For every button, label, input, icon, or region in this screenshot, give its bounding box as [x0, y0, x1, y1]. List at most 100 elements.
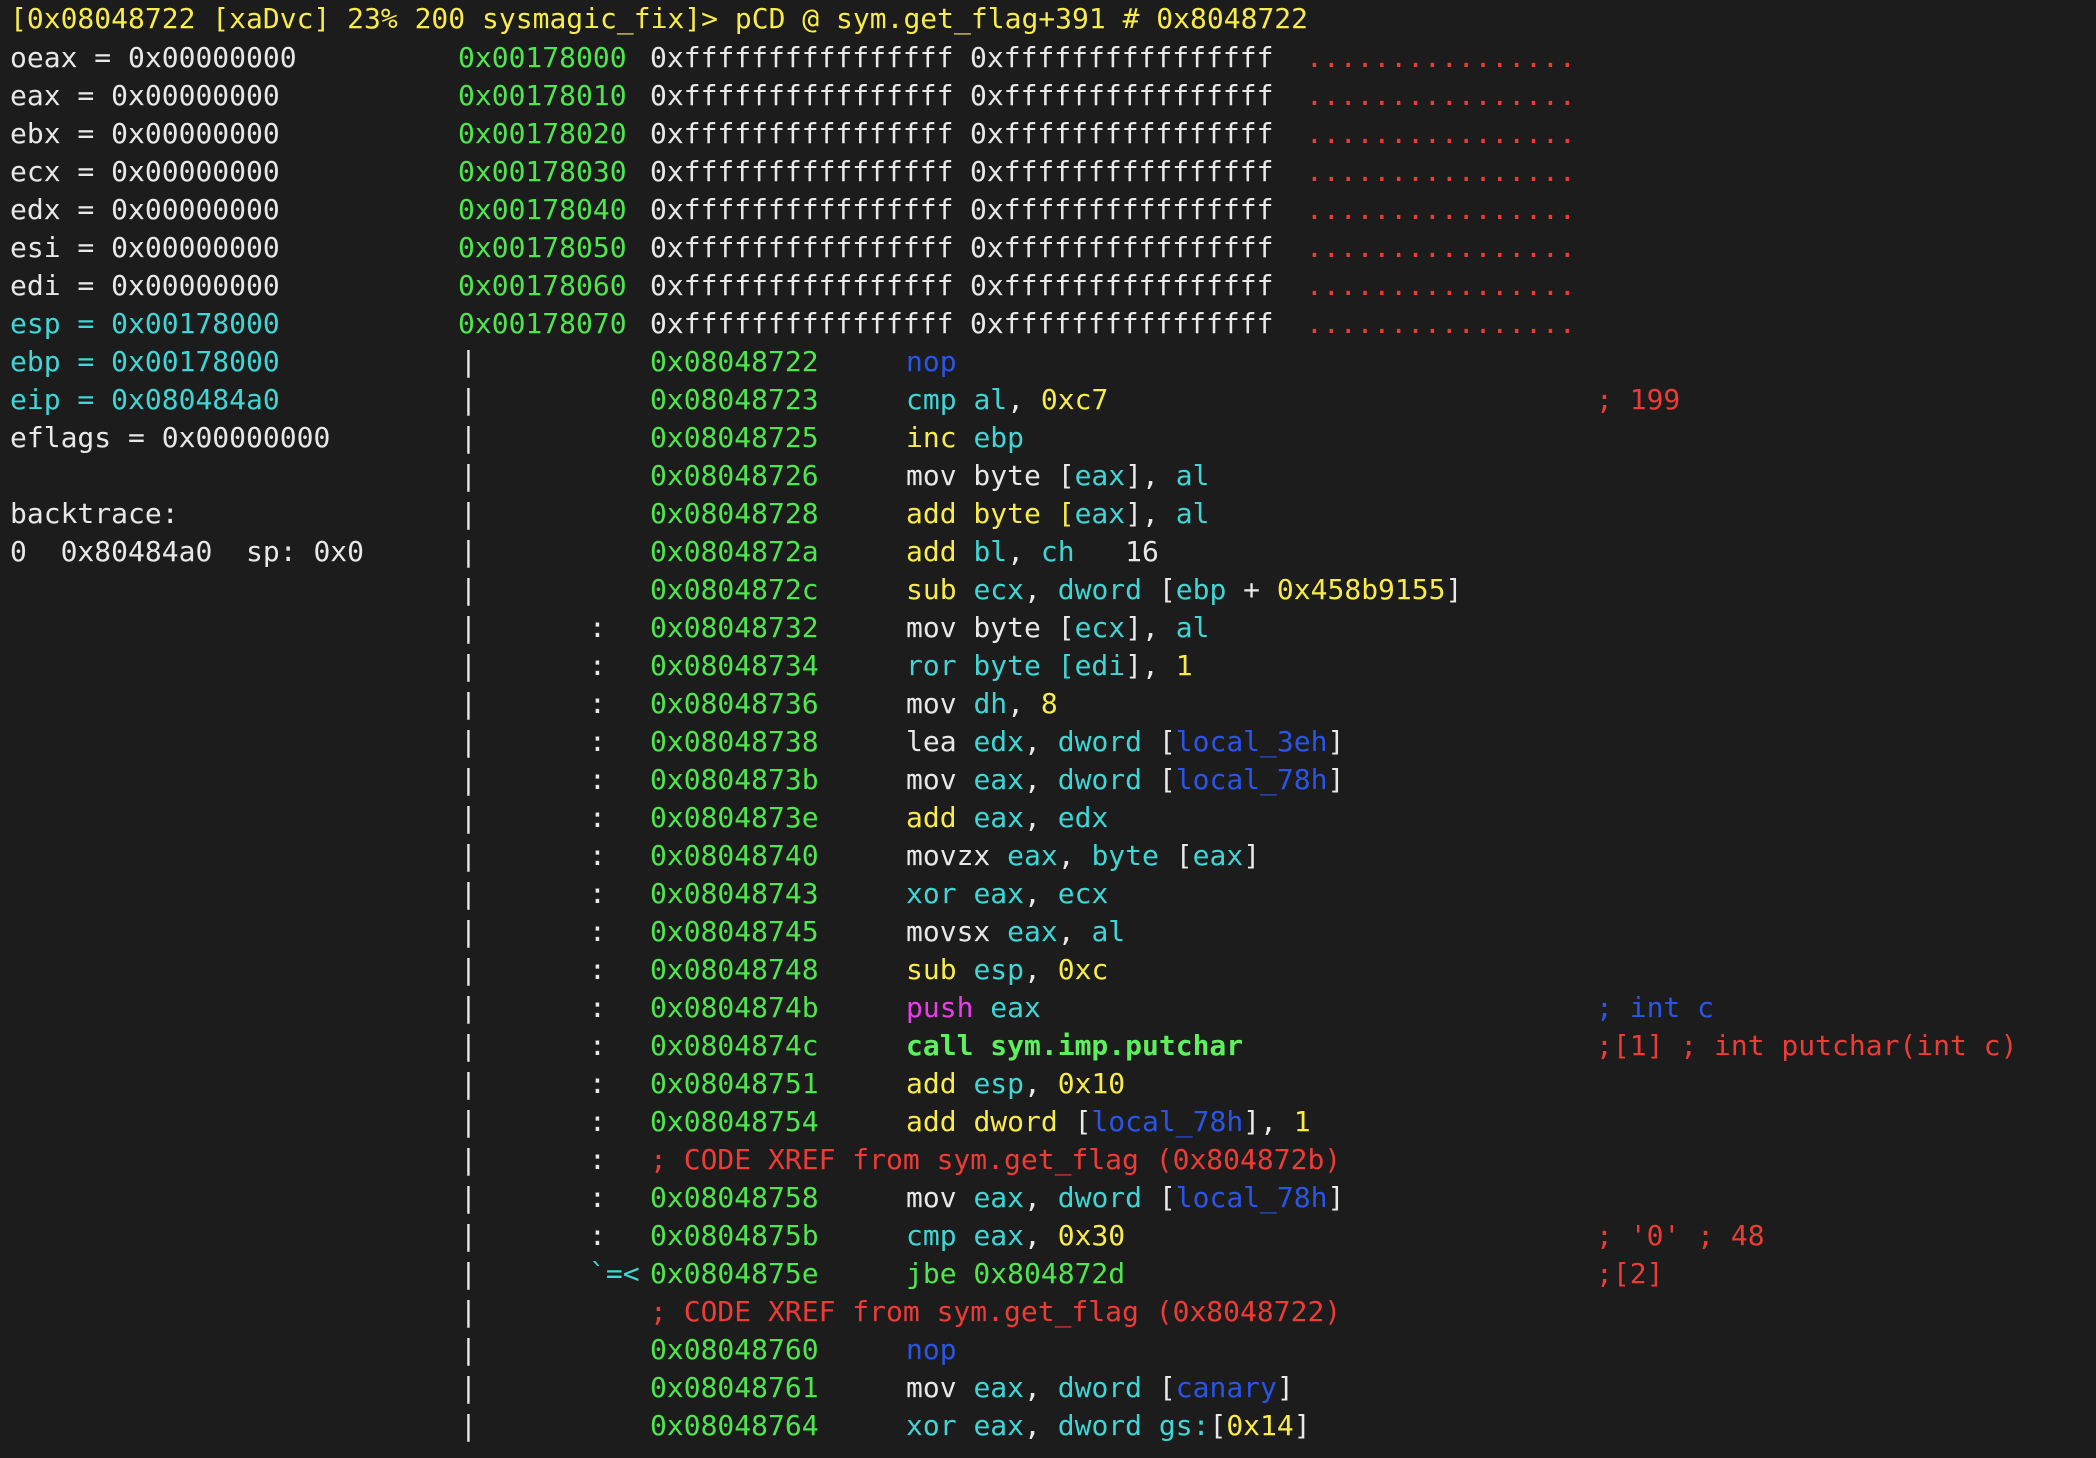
- instruction-token: gs:: [1142, 1409, 1210, 1442]
- instruction[interactable]: add dword [local_78h], 1: [906, 1103, 1311, 1141]
- register-value: 0x00000000: [128, 41, 297, 74]
- instruction[interactable]: add bl, ch 16: [906, 533, 1159, 571]
- instruction[interactable]: ror byte [edi], 1: [906, 647, 1193, 685]
- instruction[interactable]: sub ecx, dword [ebp + 0x458b9155]: [906, 571, 1462, 609]
- instruction[interactable]: movzx eax, byte [eax]: [906, 837, 1260, 875]
- instruction[interactable]: add byte [eax], al: [906, 495, 1209, 533]
- instruction[interactable]: xor eax, dword gs:[0x14]: [906, 1407, 1311, 1445]
- hexdump-address[interactable]: 0x00178040: [458, 191, 627, 229]
- hexdump-address[interactable]: 0x00178060: [458, 267, 627, 305]
- instruction-token: cmp: [906, 1219, 974, 1252]
- register-value: 0x00000000: [111, 231, 280, 264]
- register-row: eip = 0x080484a0: [10, 381, 280, 419]
- hexdump-address[interactable]: 0x00178010: [458, 77, 627, 115]
- instruction-address[interactable]: 0x08048743: [650, 875, 819, 913]
- hexdump-address[interactable]: 0x00178000: [458, 39, 627, 77]
- instruction-address[interactable]: 0x08048761: [650, 1369, 819, 1407]
- instruction-address[interactable]: 0x08048740: [650, 837, 819, 875]
- hexdump-ascii: ................: [1306, 231, 1576, 264]
- instruction-address[interactable]: 0x08048722: [650, 343, 819, 381]
- instruction-token: ],: [1125, 611, 1176, 644]
- instruction-token: sub: [906, 573, 974, 606]
- instruction[interactable]: movsx eax, al: [906, 913, 1125, 951]
- instruction[interactable]: mov eax, dword [canary]: [906, 1369, 1294, 1407]
- instruction[interactable]: cmp eax, 0x30: [906, 1217, 1125, 1255]
- flow-gutter: :: [589, 1219, 606, 1252]
- instruction[interactable]: add eax, edx: [906, 799, 1108, 837]
- hexdump-ascii: ................: [1306, 269, 1576, 302]
- register-eq: =: [60, 231, 112, 264]
- instruction-address[interactable]: 0x08048738: [650, 723, 819, 761]
- instruction[interactable]: jbe 0x804872d: [906, 1255, 1125, 1293]
- instruction-address[interactable]: 0x08048723: [650, 381, 819, 419]
- instruction-token: ebp: [973, 421, 1025, 454]
- instruction-address[interactable]: 0x0804872a: [650, 533, 819, 571]
- instruction-address[interactable]: 0x08048748: [650, 951, 819, 989]
- flow-line: |: [460, 1295, 477, 1328]
- hexdump-ascii: ................: [1306, 41, 1576, 74]
- instruction-address[interactable]: 0x08048728: [650, 495, 819, 533]
- instruction[interactable]: mov byte [eax], al: [906, 457, 1209, 495]
- instruction-address[interactable]: 0x08048758: [650, 1179, 819, 1217]
- instruction-address[interactable]: 0x0804874c: [650, 1027, 819, 1065]
- flow-line: |: [460, 1371, 477, 1404]
- instruction-token: dword: [973, 1105, 1058, 1138]
- register-eq: =: [77, 41, 129, 74]
- instruction[interactable]: add esp, 0x10: [906, 1065, 1125, 1103]
- instruction-address[interactable]: 0x08048734: [650, 647, 819, 685]
- instruction-address[interactable]: 0x08048751: [650, 1065, 819, 1103]
- instruction-address[interactable]: 0x08048754: [650, 1103, 819, 1141]
- instruction-address[interactable]: 0x08048726: [650, 457, 819, 495]
- instruction-address[interactable]: 0x0804872c: [650, 571, 819, 609]
- instruction[interactable]: cmp al, 0xc7: [906, 381, 1108, 419]
- instruction[interactable]: mov eax, dword [local_78h]: [906, 761, 1344, 799]
- register-eq: =: [60, 269, 112, 302]
- command-prompt[interactable]: [0x08048722 [xaDvc] 23% 200 sysmagic_fix…: [10, 0, 1308, 38]
- instruction[interactable]: mov eax, dword [local_78h]: [906, 1179, 1344, 1217]
- hexdump-address[interactable]: 0x00178070: [458, 305, 627, 343]
- instruction-address[interactable]: 0x0804873e: [650, 799, 819, 837]
- instruction-token: 0x14: [1226, 1409, 1294, 1442]
- instruction[interactable]: nop: [906, 343, 957, 381]
- instruction-token: bl: [973, 535, 1008, 568]
- register-value: 0x00000000: [161, 421, 331, 454]
- instruction-token: edx: [1057, 801, 1109, 834]
- instruction-address[interactable]: 0x0804874b: [650, 989, 819, 1027]
- instruction[interactable]: push eax: [906, 989, 1041, 1027]
- hexdump-address[interactable]: 0x00178030: [458, 153, 627, 191]
- instruction[interactable]: call sym.imp.putchar: [906, 1027, 1243, 1065]
- instruction-token: lea: [906, 725, 974, 758]
- instruction-token: 0xc7: [1040, 383, 1109, 416]
- instruction-address[interactable]: 0x0804875e: [650, 1255, 819, 1293]
- instruction-token: ecx: [973, 573, 1025, 606]
- hexdump-address[interactable]: 0x00178020: [458, 115, 627, 153]
- flow-line: |: [460, 877, 477, 910]
- flow-line: |: [460, 1067, 477, 1100]
- instruction[interactable]: inc ebp: [906, 419, 1024, 457]
- register-eq: =: [60, 117, 112, 150]
- instruction-address[interactable]: 0x08048760: [650, 1331, 819, 1369]
- instruction[interactable]: mov byte [ecx], al: [906, 609, 1209, 647]
- instruction-token: add byte [: [906, 497, 1075, 530]
- instruction-address[interactable]: 0x08048745: [650, 913, 819, 951]
- register-row: ebp = 0x00178000: [10, 343, 280, 381]
- instruction[interactable]: xor eax, ecx: [906, 875, 1108, 913]
- instruction-address[interactable]: 0x08048736: [650, 685, 819, 723]
- flow-line: |: [460, 915, 477, 948]
- instruction-address[interactable]: 0x0804875b: [650, 1217, 819, 1255]
- instruction[interactable]: lea edx, dword [local_3eh]: [906, 723, 1344, 761]
- instruction[interactable]: nop: [906, 1331, 957, 1369]
- instruction-token: 8: [1040, 687, 1058, 720]
- instruction[interactable]: sub esp, 0xc: [906, 951, 1108, 989]
- hexdump-ascii: ................: [1306, 79, 1576, 112]
- instruction-address[interactable]: 0x08048732: [650, 609, 819, 647]
- instruction-address[interactable]: 0x0804873b: [650, 761, 819, 799]
- instruction[interactable]: mov dh, 8: [906, 685, 1058, 723]
- hexdump-qword: 0xffffffffffffffff: [970, 269, 1274, 302]
- hexdump-address[interactable]: 0x00178050: [458, 229, 627, 267]
- instruction-address[interactable]: 0x08048725: [650, 419, 819, 457]
- instruction-address[interactable]: 0x08048764: [650, 1407, 819, 1445]
- instruction-token: [: [1142, 1181, 1176, 1214]
